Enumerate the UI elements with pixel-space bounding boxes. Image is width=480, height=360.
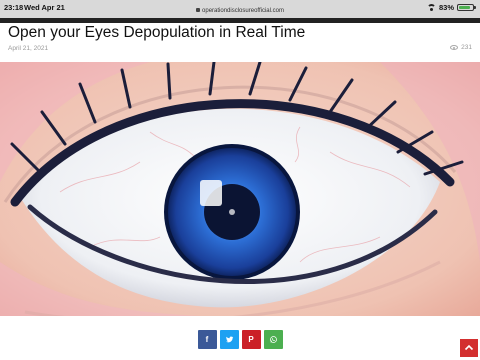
view-count-value: 231 <box>461 44 472 51</box>
article-title: Open your Eyes Depopulation in Real Time <box>8 24 306 41</box>
wifi-icon <box>426 4 436 11</box>
article-date: April 21, 2021 <box>8 45 49 52</box>
share-bar: f P <box>0 330 480 352</box>
battery-icon <box>457 4 476 11</box>
ios-status-bar: 23:18 Wed Apr 21 operationdisclosureoffi… <box>0 0 480 18</box>
lock-icon <box>196 8 201 12</box>
iris <box>164 144 300 280</box>
url-text: operationdisclosureofficial.com <box>202 8 284 14</box>
view-count: 231 <box>450 44 472 51</box>
scroll-to-top-button[interactable] <box>460 339 478 357</box>
facebook-share-button[interactable]: f <box>197 330 217 349</box>
chevron-up-icon <box>464 344 474 351</box>
twitter-share-button[interactable] <box>219 330 239 349</box>
battery-percent: 83% <box>438 3 454 12</box>
status-right: 83% <box>426 3 476 12</box>
facebook-icon: f <box>205 335 209 344</box>
eye-icon <box>450 45 459 50</box>
whatsapp-share-button[interactable] <box>263 330 283 349</box>
site-header-bar <box>0 18 480 23</box>
hero-eye-illustration <box>0 62 480 316</box>
pinterest-share-button[interactable]: P <box>241 330 261 349</box>
whatsapp-icon <box>269 336 277 343</box>
twitter-bird-icon <box>225 336 233 343</box>
address-bar[interactable]: operationdisclosureofficial.com <box>0 8 480 14</box>
pinterest-icon: P <box>248 335 254 344</box>
